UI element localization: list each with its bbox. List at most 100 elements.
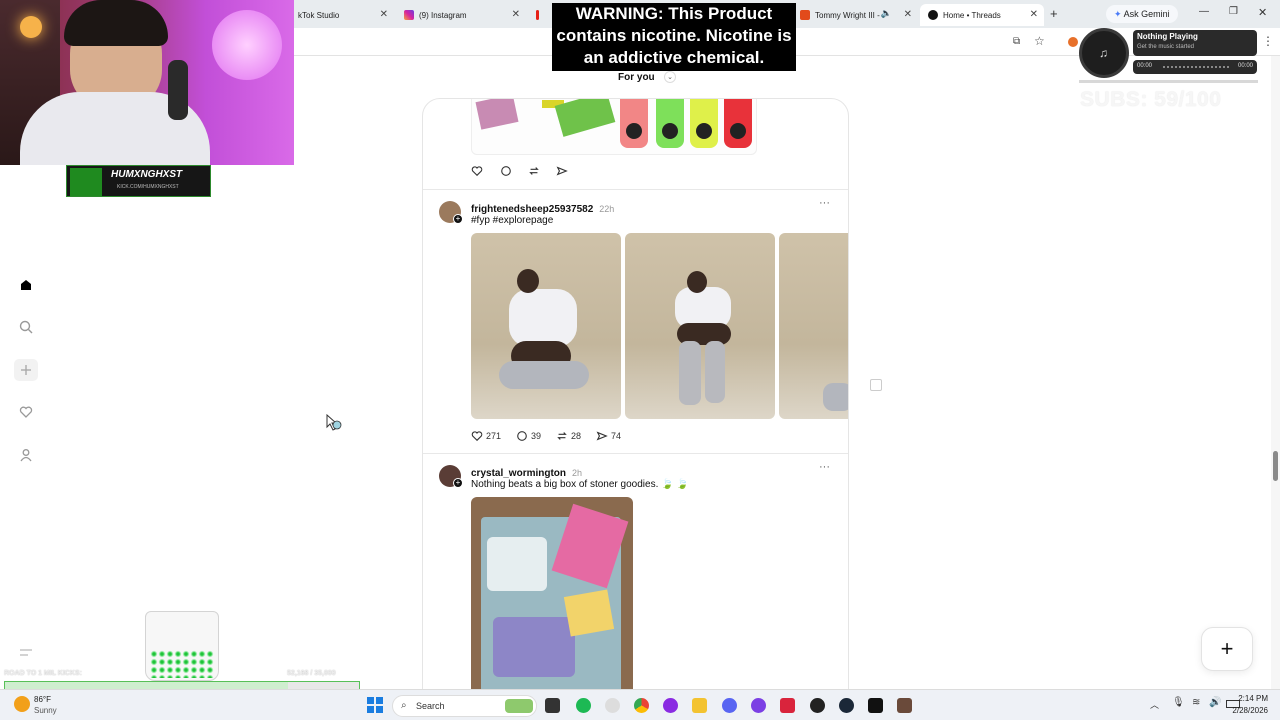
weather-temp[interactable]: 86°F: [34, 695, 51, 704]
tab-threads[interactable]: Home • Threads ✕: [920, 4, 1044, 26]
post-username[interactable]: frightenedsheep25937582: [471, 204, 593, 215]
share-count: 74: [611, 431, 622, 441]
maximize-icon[interactable]: ❐: [1229, 6, 1238, 17]
vape-device-green: [656, 99, 684, 148]
install-app-icon[interactable]: ⧉: [1013, 36, 1020, 47]
tab-label: Home • Threads: [943, 10, 1001, 20]
weather-condition[interactable]: Sunny: [34, 706, 57, 715]
comment-button[interactable]: [500, 165, 515, 177]
close-icon[interactable]: ✕: [1030, 9, 1038, 20]
volume-icon[interactable]: 🔊: [1209, 697, 1221, 708]
repost-button[interactable]: [528, 165, 543, 177]
obs-icon[interactable]: [810, 698, 825, 713]
clock-date[interactable]: 2/28/2026: [1224, 706, 1268, 715]
divider: [423, 189, 848, 190]
close-icon[interactable]: ✕: [512, 9, 520, 20]
tab-youtube[interactable]: [528, 4, 552, 26]
tab-tommy-wright[interactable]: Tommy Wright III - 🔈 ✕: [792, 4, 918, 26]
wifi-icon[interactable]: ≋: [1192, 697, 1200, 708]
minimize-icon[interactable]: —: [1199, 6, 1209, 17]
windows-start-icon[interactable]: [367, 697, 383, 713]
scrollbar[interactable]: [1271, 56, 1280, 689]
spotify-icon[interactable]: [576, 698, 591, 713]
microphone: [168, 60, 188, 120]
app-icon[interactable]: [663, 698, 678, 713]
app-icon[interactable]: [780, 698, 795, 713]
post-image[interactable]: [471, 233, 621, 419]
follow-plus-icon[interactable]: +: [453, 214, 463, 224]
ask-gemini-button[interactable]: ✦ Ask Gemini: [1106, 5, 1178, 23]
scrollbar-thumb[interactable]: [1273, 451, 1278, 481]
repost-button[interactable]: 28: [556, 430, 581, 442]
post-text: #fyp #explorepage: [471, 215, 554, 226]
follow-plus-icon[interactable]: +: [453, 478, 463, 488]
channel-badge: HUMXNGHXST KICK.COM/HUMXNGHXST: [66, 165, 211, 197]
activity-heart-icon[interactable]: [16, 402, 36, 422]
product-pack: [563, 589, 615, 637]
like-button[interactable]: 271: [471, 430, 501, 442]
feed-label[interactable]: For you: [618, 72, 655, 83]
road-label: ROAD TO 1 MIL KICKS:: [4, 670, 82, 677]
more-options-icon[interactable]: ···: [819, 461, 830, 473]
post-image[interactable]: [471, 99, 757, 155]
compose-button[interactable]: +: [1201, 627, 1253, 671]
repost-count: 28: [571, 431, 582, 441]
channel-url: KICK.COM/HUMXNGHXST: [117, 184, 179, 190]
music-disc-icon: ♫: [1079, 28, 1129, 78]
post-image[interactable]: [779, 233, 848, 419]
feed-chevron-down-icon[interactable]: ⌄: [664, 71, 676, 83]
menu-icon[interactable]: [16, 643, 36, 663]
share-icon: [556, 166, 568, 176]
soundcloud-icon: [800, 10, 810, 20]
discord-icon[interactable]: [722, 698, 737, 713]
music-app-icon[interactable]: [605, 698, 620, 713]
weather-sun-icon: [14, 696, 30, 712]
file-explorer-icon[interactable]: [692, 698, 707, 713]
task-view-icon[interactable]: [545, 698, 560, 713]
person-pants: [499, 361, 589, 389]
extension-icon[interactable]: [1068, 37, 1078, 47]
divider: [423, 453, 848, 454]
comment-button[interactable]: 39: [516, 430, 541, 442]
tab-tiktok-studio[interactable]: kTok Studio ✕: [290, 4, 394, 26]
post-image[interactable]: [471, 497, 633, 697]
window-close-icon[interactable]: ✕: [1258, 6, 1267, 19]
home-icon[interactable]: [16, 275, 36, 295]
post-username[interactable]: crystal_wormington: [471, 468, 566, 479]
more-menu-icon[interactable]: ⋮: [1262, 34, 1274, 48]
post-text: Nothing beats a big box of stoner goodie…: [471, 479, 689, 490]
share-button[interactable]: 74: [596, 430, 621, 442]
like-button[interactable]: [471, 165, 486, 177]
more-options-icon[interactable]: ···: [819, 197, 830, 209]
post-image[interactable]: [625, 233, 775, 419]
vape-device-darkred: [724, 99, 752, 148]
app-icon[interactable]: [751, 698, 766, 713]
microphone-icon[interactable]: 🎙: [1172, 697, 1185, 708]
chrome-icon[interactable]: [634, 698, 649, 713]
share-button[interactable]: [556, 165, 571, 177]
instagram-icon: [404, 10, 414, 20]
search-icon[interactable]: [16, 317, 36, 337]
close-icon[interactable]: ✕: [904, 9, 912, 20]
app-icon[interactable]: [897, 698, 912, 713]
person-head: [517, 269, 539, 293]
steam-icon[interactable]: [839, 698, 854, 713]
taskbar-search[interactable]: ⌕ Search: [392, 695, 537, 717]
heart-icon: [471, 166, 483, 177]
profile-icon[interactable]: [16, 445, 36, 465]
create-post-icon[interactable]: [14, 359, 38, 381]
comment-count: 39: [531, 431, 542, 441]
chevron-up-icon[interactable]: ︿: [1150, 698, 1159, 711]
new-tab-icon[interactable]: +: [1050, 6, 1058, 21]
close-icon[interactable]: ✕: [380, 9, 388, 20]
side-panel-icon[interactable]: [870, 379, 882, 391]
tab-instagram[interactable]: (9) Instagram ✕: [396, 4, 526, 26]
bookmark-star-icon[interactable]: ☆: [1034, 34, 1045, 48]
windows-taskbar: 86°F Sunny ⌕ Search ︿ 🎙 ≋ 🔊 2:14 PM 2/28…: [0, 689, 1280, 720]
clock-time[interactable]: 2:14 PM: [1236, 694, 1268, 703]
terminal-icon[interactable]: [868, 698, 883, 713]
vape-device-yellow: [690, 99, 718, 148]
speaker-icon[interactable]: 🔈: [881, 8, 892, 19]
music-start-time: 00:00: [1137, 63, 1153, 69]
youtube-icon: [536, 10, 539, 20]
